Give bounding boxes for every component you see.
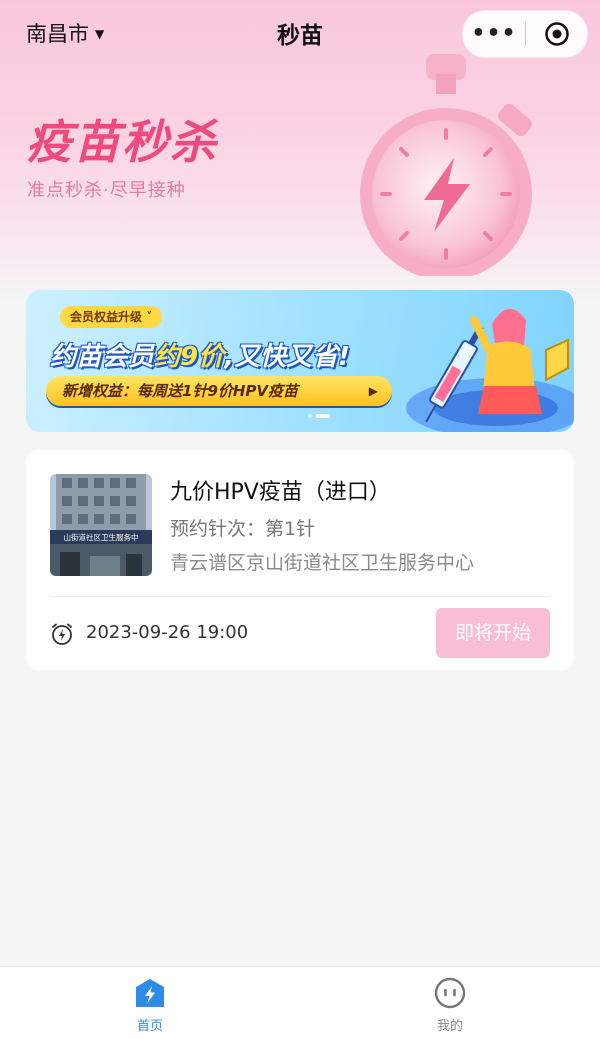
close-button[interactable]: [526, 21, 587, 47]
hero-subtitle: 准点秒杀·尽早接种: [27, 180, 186, 201]
vaccine-card[interactable]: 山街道社区卫生服务中 九价HPV疫苗（进口） 预约针次：第1针 青云谱区京山街道…: [26, 450, 574, 670]
vaccine-name: 九价HPV疫苗（进口）: [170, 480, 391, 505]
tab-profile[interactable]: 我的: [390, 975, 510, 1037]
clinic-sign-text: 山街道社区卫生服务中: [64, 532, 139, 542]
more-dots-icon: •••: [471, 21, 517, 46]
tab-home[interactable]: 首页: [90, 975, 210, 1037]
tab-profile-label: 我的: [436, 1019, 463, 1034]
hero-title: 疫苗秒杀: [26, 115, 218, 169]
carousel-dot: [308, 414, 312, 418]
dose-number: 预约针次：第1针: [170, 518, 316, 540]
city-label: 南昌市: [26, 22, 89, 46]
profile-face-icon: [434, 977, 466, 1009]
bottom-tab-bar: 首页 我的: [0, 966, 600, 1039]
membership-promo-banner[interactable]: 会员权益升级 ˅ 约苗会员约9价,又快又省! 新增权益：每周送1针9价HPV疫苗…: [26, 290, 574, 432]
tab-home-label: 首页: [136, 1019, 163, 1034]
city-selector[interactable]: 南昌市 ▼: [26, 18, 104, 48]
start-time: 2023-09-26 19:00: [86, 622, 249, 643]
alarm-clock-icon: [52, 623, 72, 645]
clinic-address: 青云谱区京山街道社区卫生服务中心: [170, 552, 475, 574]
carousel-indicator: [308, 414, 330, 418]
play-arrow-icon: ▶: [368, 384, 378, 398]
promo-headline: 约苗会员约9价,又快又省!: [50, 342, 350, 372]
stopwatch-icon: [360, 54, 532, 276]
target-close-icon: [544, 22, 569, 46]
home-lightning-icon: [136, 979, 164, 1007]
membership-tag: 会员权益升级 ˅: [60, 306, 163, 328]
promo-illustration: [406, 308, 574, 432]
hero-banner: 南昌市 ▼ 秒苗 ••• 疫苗秒杀 准点秒杀·尽早接种: [0, 0, 600, 300]
clinic-thumbnail: 山街道社区卫生服务中: [50, 474, 152, 576]
promo-benefit-pill[interactable]: 新增权益：每周送1针9价HPV疫苗 ▶: [46, 376, 392, 406]
caret-down-icon: ▼: [95, 27, 105, 41]
carousel-dot-active: [316, 414, 330, 418]
coming-soon-button[interactable]: 即将开始: [436, 608, 550, 658]
card-divider: [50, 596, 550, 597]
